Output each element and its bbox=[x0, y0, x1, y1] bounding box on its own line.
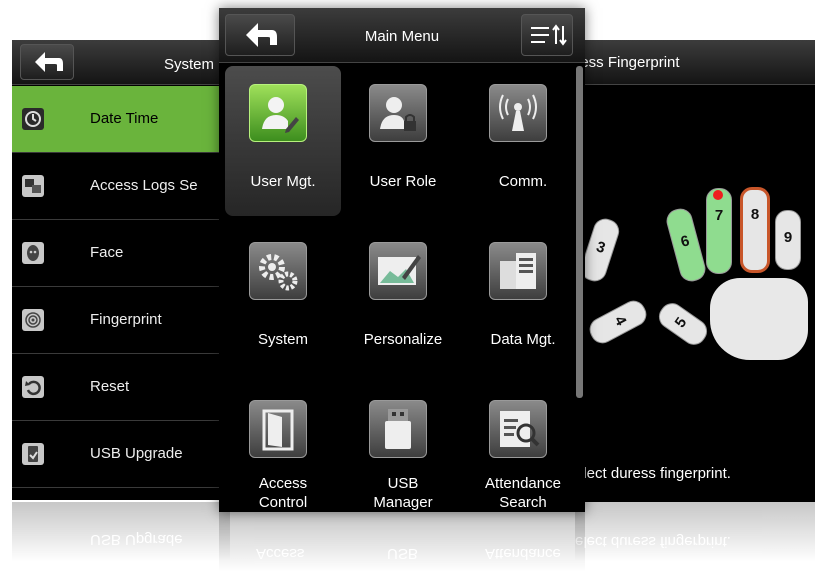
menu-item-label: Comm. bbox=[498, 173, 548, 190]
user-role-icon bbox=[369, 84, 427, 142]
system-gear-icon bbox=[249, 242, 307, 300]
menu-item-date-time[interactable]: Date Time bbox=[12, 86, 230, 153]
menu-item-label: System bbox=[257, 331, 308, 348]
screen-title: uress Fingerprint bbox=[575, 54, 680, 71]
enrolled-marker-dot bbox=[713, 190, 723, 200]
system-menu-list: Date Time Access Logs Se Face Fingerprin… bbox=[12, 86, 230, 488]
back-button[interactable] bbox=[20, 44, 74, 80]
finger-8[interactable]: 8 bbox=[740, 187, 770, 273]
clock-icon bbox=[22, 108, 44, 130]
scrollbar[interactable] bbox=[576, 66, 583, 398]
menu-item-label: Access Logs Se bbox=[90, 177, 198, 194]
logs-icon bbox=[22, 175, 44, 197]
menu-system[interactable]: System bbox=[225, 224, 341, 374]
reflection-text: Attendance bbox=[485, 545, 561, 562]
titlebar: Main Menu bbox=[219, 8, 585, 63]
fingerprint-icon bbox=[22, 309, 44, 331]
menu-user-role[interactable]: User Role bbox=[345, 66, 461, 216]
menu-personalize[interactable]: Personalize bbox=[345, 224, 461, 374]
data-mgt-icon bbox=[489, 242, 547, 300]
menu-item-label: Data Mgt. bbox=[490, 331, 556, 348]
reflection-text: Access bbox=[256, 545, 305, 562]
reflection-text: elect duress fingerprint. bbox=[575, 533, 731, 550]
menu-item-label: Face bbox=[90, 244, 124, 261]
menu-item-face[interactable]: Face bbox=[12, 220, 230, 287]
right-screen-reflection: elect duress fingerprint. bbox=[575, 502, 815, 562]
menu-item-reset[interactable]: Reset bbox=[12, 354, 230, 421]
menu-item-access-logs[interactable]: Access Logs Se bbox=[12, 153, 230, 220]
reflection-text: USB bbox=[387, 545, 418, 562]
main-menu-screen: Main Menu User Mgt. User Role Comm. Syst… bbox=[219, 8, 585, 512]
menu-data-mgt[interactable]: Data Mgt. bbox=[465, 224, 581, 374]
titlebar: uress Fingerprint bbox=[575, 40, 815, 85]
comm-icon bbox=[489, 84, 547, 142]
system-menu-screen: System Date Time Access Logs Se Face Fin… bbox=[12, 40, 230, 500]
face-icon bbox=[22, 242, 44, 264]
menu-item-label: Attendance Search bbox=[485, 475, 561, 511]
usb-upgrade-icon bbox=[22, 443, 44, 465]
duress-fingerprint-screen: uress Fingerprint 3 4 5 6 7 8 9 elect du… bbox=[575, 40, 815, 502]
menu-item-usb-upgrade[interactable]: USB Upgrade bbox=[12, 421, 230, 488]
menu-item-label: Fingerprint bbox=[90, 311, 162, 328]
menu-item-label: User Role bbox=[369, 173, 437, 190]
finger-7[interactable]: 7 bbox=[706, 188, 732, 274]
menu-item-label: Personalize bbox=[363, 331, 443, 348]
center-screen-reflection: Access USB Attendance bbox=[219, 512, 585, 572]
access-control-icon bbox=[249, 400, 307, 458]
back-arrow-icon bbox=[35, 52, 63, 72]
finger-6[interactable]: 6 bbox=[663, 205, 709, 285]
left-screen-reflection: USB Upgrade bbox=[12, 502, 230, 562]
menu-attendance-search[interactable]: Attendance Search bbox=[465, 382, 581, 512]
reset-icon bbox=[22, 376, 44, 398]
personalize-icon bbox=[369, 242, 427, 300]
menu-item-label: User Mgt. bbox=[250, 173, 316, 190]
reflection-text: USB Upgrade bbox=[90, 531, 183, 548]
instruction-text: elect duress fingerprint. bbox=[575, 465, 731, 482]
menu-user-mgt[interactable]: User Mgt. bbox=[225, 66, 341, 216]
menu-item-label: Access Control bbox=[258, 475, 308, 511]
palm bbox=[710, 278, 808, 360]
finger-4[interactable]: 4 bbox=[585, 296, 651, 348]
menu-item-label: Date Time bbox=[90, 110, 159, 127]
menu-item-label: USB Upgrade bbox=[90, 445, 183, 462]
finger-5[interactable]: 5 bbox=[654, 298, 712, 350]
user-mgt-icon bbox=[249, 84, 307, 142]
finger-9[interactable]: 9 bbox=[775, 210, 801, 270]
menu-usb-manager[interactable]: USB Manager bbox=[345, 382, 461, 512]
sort-button[interactable] bbox=[521, 14, 573, 56]
menu-comm[interactable]: Comm. bbox=[465, 66, 581, 216]
usb-manager-icon bbox=[369, 400, 427, 458]
attendance-search-icon bbox=[489, 400, 547, 458]
menu-access-control[interactable]: Access Control bbox=[225, 382, 341, 512]
menu-item-label: USB Manager bbox=[373, 475, 433, 511]
screen-title: System bbox=[164, 56, 215, 73]
menu-item-label: Reset bbox=[90, 378, 130, 395]
titlebar: System bbox=[12, 40, 230, 85]
menu-item-fingerprint[interactable]: Fingerprint bbox=[12, 287, 230, 354]
sort-icon bbox=[531, 24, 567, 46]
